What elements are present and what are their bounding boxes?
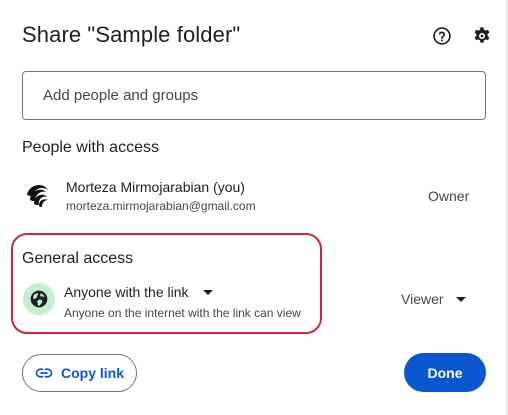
chevron-down-icon xyxy=(455,296,466,302)
general-access-heading: General access xyxy=(22,250,134,267)
share-dialog: Share "Sample folder" People with access… xyxy=(0,0,508,415)
copy-link-label: Copy link xyxy=(60,365,124,381)
done-button[interactable]: Done xyxy=(404,353,486,392)
chevron-down-icon xyxy=(202,289,213,295)
dialog-title: Share "Sample folder" xyxy=(22,22,241,47)
viewer-role-dropdown[interactable]: Viewer xyxy=(401,289,466,309)
viewer-role-value: Viewer xyxy=(401,291,444,307)
link-icon xyxy=(35,368,53,378)
add-people-input[interactable] xyxy=(22,71,486,120)
gear-icon[interactable] xyxy=(471,25,493,47)
done-label: Done xyxy=(427,364,463,381)
person-email: morteza.mirmojarabian@gmail.com xyxy=(66,199,256,213)
link-access-description: Anyone on the internet with the link can… xyxy=(64,306,301,320)
help-icon[interactable] xyxy=(431,25,453,47)
avatar xyxy=(24,181,52,209)
person-name: Morteza Mirmojarabian (you) xyxy=(66,179,245,195)
person-role: Owner xyxy=(428,188,470,204)
globe-icon xyxy=(23,283,55,315)
link-access-value: Anyone with the link xyxy=(64,284,189,300)
copy-link-button[interactable]: Copy link xyxy=(22,354,137,392)
link-access-dropdown[interactable]: Anyone with the link xyxy=(64,282,213,302)
people-with-access-heading: People with access xyxy=(22,139,159,156)
